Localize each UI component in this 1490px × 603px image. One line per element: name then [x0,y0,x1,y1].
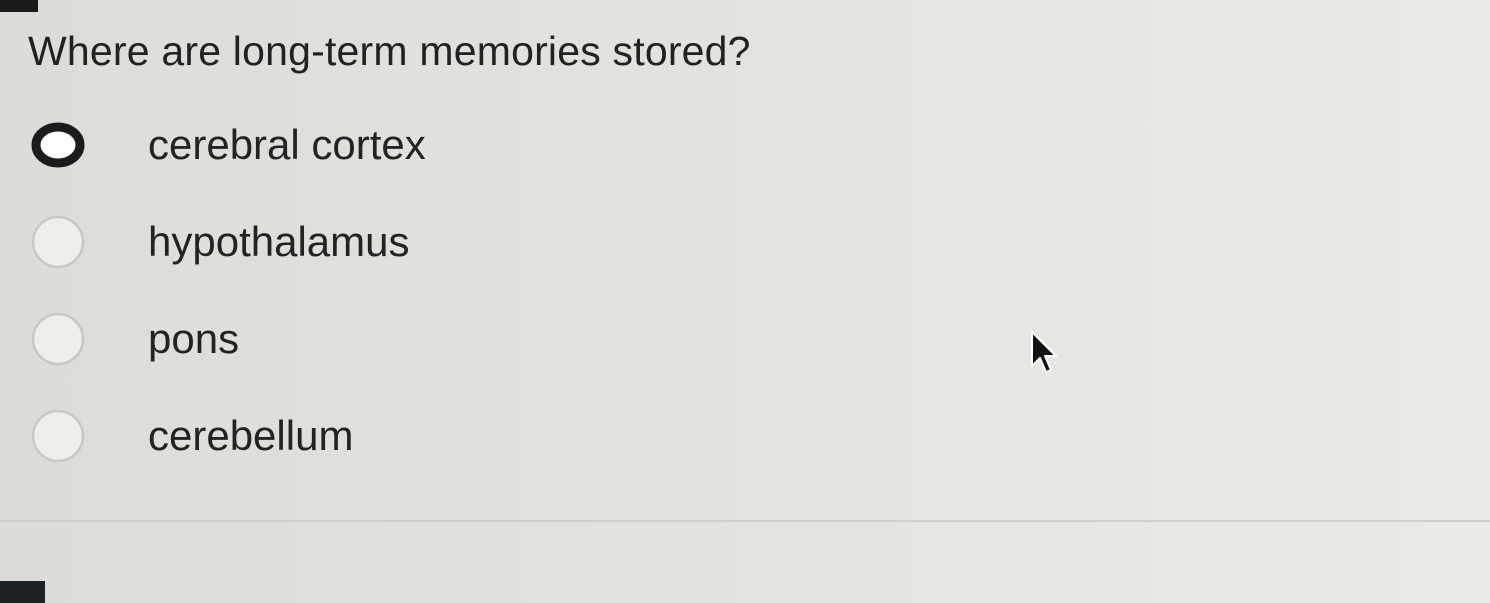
section-divider [0,520,1490,522]
option-cerebellum[interactable]: cerebellum [30,387,426,484]
radio-unselected-icon[interactable] [30,214,86,270]
option-hypothalamus[interactable]: hypothalamus [30,193,426,290]
radio-selected-icon[interactable] [30,117,86,173]
answer-options: cerebral cortex hypothalamus pons cerebe… [30,96,426,484]
option-label: cerebral cortex [148,120,426,168]
bottom-left-corner-mark [0,581,45,603]
radio-unselected-icon[interactable] [30,311,86,367]
option-pons[interactable]: pons [30,290,426,387]
option-label: hypothalamus [148,217,410,265]
mouse-pointer-icon [1030,330,1060,376]
top-left-corner-mark [0,0,38,12]
radio-unselected-icon[interactable] [30,408,86,464]
option-label: cerebellum [148,411,354,459]
option-cerebral-cortex[interactable]: cerebral cortex [30,96,426,193]
question-text: Where are long-term memories stored? [28,28,751,74]
option-label: pons [148,314,240,362]
